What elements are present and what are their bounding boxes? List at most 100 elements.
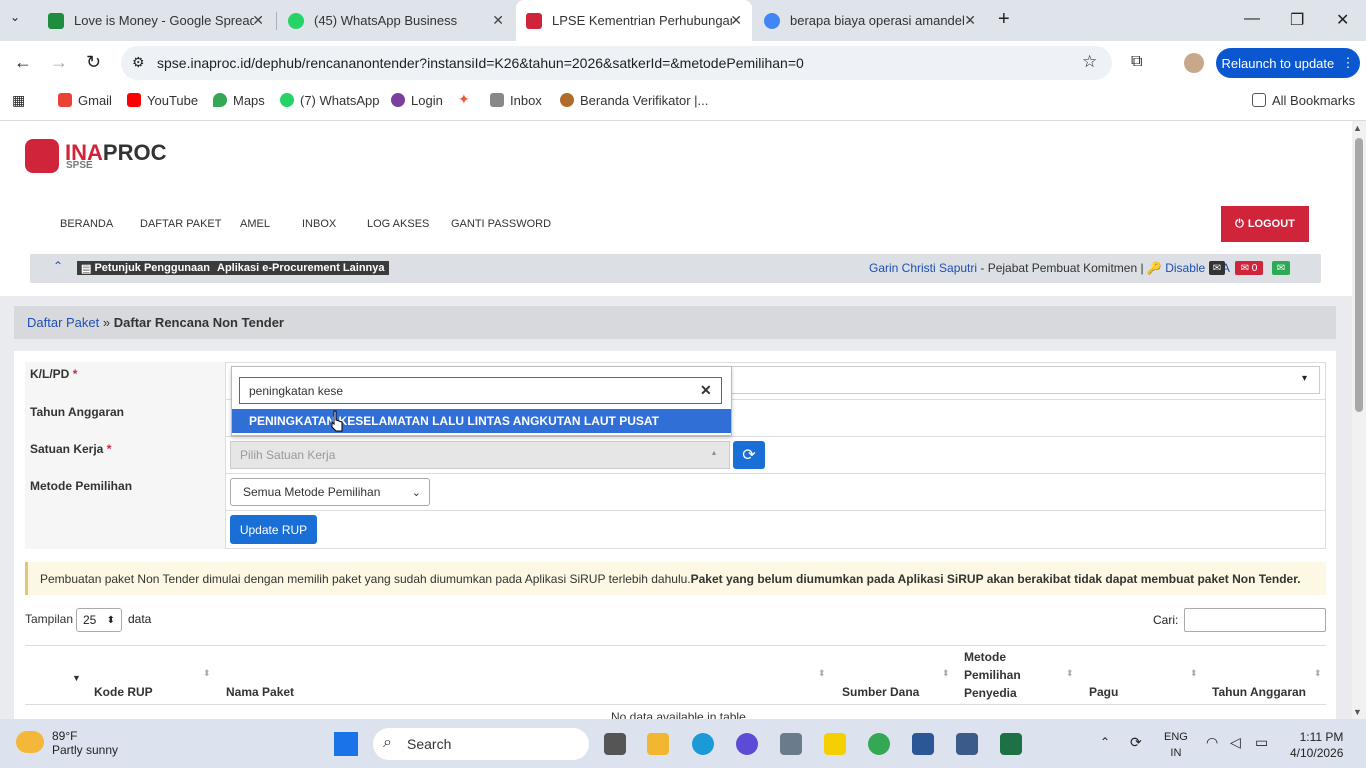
bookmark-inbox[interactable]: Inbox bbox=[490, 92, 542, 108]
close-icon[interactable]: ✕ bbox=[252, 12, 264, 29]
bookmark-login[interactable]: Login bbox=[391, 92, 443, 108]
tab-spreadsheet[interactable]: Love is Money - Google Spread ✕ bbox=[38, 0, 274, 41]
sticky-notes-icon[interactable] bbox=[824, 733, 846, 755]
klpd-option[interactable]: PENINGKATAN KESELAMATAN LALU LINTAS ANGK… bbox=[232, 409, 731, 433]
new-tab-icon[interactable]: + bbox=[998, 8, 1010, 31]
profile-avatar[interactable] bbox=[1184, 53, 1204, 73]
clear-icon[interactable]: ✕ bbox=[700, 382, 712, 399]
metode-select[interactable]: Semua Metode Pemilihan ⌄ bbox=[230, 478, 430, 506]
bookmark-gmail[interactable]: Gmail bbox=[58, 92, 112, 108]
close-icon[interactable]: ✕ bbox=[492, 12, 504, 29]
chrome-icon[interactable] bbox=[868, 733, 890, 755]
th-tahun[interactable]: Tahun Anggaran bbox=[1212, 683, 1306, 701]
th-nama-paket[interactable]: Nama Paket bbox=[226, 683, 294, 701]
weather-icon[interactable] bbox=[16, 731, 44, 753]
bookmark-verifikator[interactable]: Beranda Verifikator |... bbox=[560, 92, 708, 108]
word-icon[interactable] bbox=[912, 733, 934, 755]
petunjuk-link[interactable]: ▤ Petunjuk Penggunaan bbox=[77, 261, 214, 275]
login-icon bbox=[391, 93, 405, 107]
th-kode-rup[interactable]: Kode RUP bbox=[94, 683, 153, 701]
windows-start-icon[interactable] bbox=[334, 732, 358, 756]
file-explorer-icon[interactable] bbox=[647, 733, 669, 755]
mail-badge[interactable]: ✉ 0 bbox=[1235, 261, 1263, 275]
bookmark-whatsapp[interactable]: (7) WhatsApp bbox=[280, 92, 379, 108]
youtube-icon bbox=[127, 93, 141, 107]
tab-lpse[interactable]: LPSE Kementrian Perhubungan ✕ bbox=[516, 0, 752, 41]
scroll-up-icon[interactable]: ▲ bbox=[1353, 123, 1362, 133]
close-window-icon[interactable]: ✕ bbox=[1336, 10, 1349, 30]
collapse-up-icon[interactable]: ⌃ bbox=[53, 259, 63, 273]
minimize-icon[interactable]: — bbox=[1244, 10, 1260, 28]
sort-icon[interactable]: ⬍ bbox=[1314, 668, 1322, 679]
satker-select[interactable]: Pilih Satuan Kerja bbox=[230, 441, 730, 469]
message-icon[interactable]: ✉ bbox=[1209, 261, 1225, 275]
language-indicator[interactable]: ENG IN bbox=[1164, 729, 1188, 761]
refresh-button[interactable]: ⟳ bbox=[733, 441, 765, 469]
url-text[interactable]: spse.inaproc.id/dephub/rencananontender?… bbox=[157, 55, 804, 71]
update-rup-button[interactable]: Update RUP bbox=[230, 515, 317, 544]
close-icon[interactable]: ✕ bbox=[964, 12, 976, 29]
clock[interactable]: 1:11 PM 4/10/2026 bbox=[1290, 729, 1343, 761]
nav-amel[interactable]: AMEL bbox=[240, 218, 270, 230]
inbox-icon[interactable]: ✉ bbox=[1272, 261, 1290, 275]
scroll-down-icon[interactable]: ▼ bbox=[1353, 707, 1362, 717]
table-header bbox=[25, 645, 1326, 705]
logout-button[interactable]: ⏻ LOGOUT bbox=[1221, 206, 1309, 242]
page-length-select[interactable]: 25 ⬍ bbox=[76, 608, 122, 632]
apps-grid-icon[interactable]: ▦ bbox=[12, 92, 25, 109]
calculator-icon[interactable] bbox=[956, 733, 978, 755]
bookmark-youtube[interactable]: YouTube bbox=[127, 92, 198, 108]
whatsapp-icon bbox=[280, 93, 294, 107]
taskview-icon[interactable] bbox=[604, 733, 626, 755]
sort-icon[interactable]: ⬍ bbox=[1190, 668, 1198, 679]
camera-icon[interactable] bbox=[780, 733, 802, 755]
whatsapp-icon bbox=[288, 12, 304, 29]
back-icon[interactable]: ← bbox=[14, 52, 32, 73]
aplikasi-link[interactable]: Aplikasi e-Procurement Lainnya bbox=[213, 261, 389, 275]
th-metode[interactable]: Metode Pemilihan Penyedia bbox=[964, 648, 1054, 702]
sort-icon[interactable]: ⬍ bbox=[942, 668, 950, 679]
bookmark-maps[interactable]: Maps bbox=[213, 92, 265, 108]
pinwheel-icon[interactable]: ✦ bbox=[458, 91, 470, 108]
wifi-icon[interactable]: ◠ bbox=[1206, 734, 1218, 751]
extensions-icon[interactable]: ⧉ bbox=[1131, 53, 1142, 71]
sort-icon[interactable]: ⬍ bbox=[1066, 668, 1074, 679]
weather-widget[interactable]: 89°F Partly sunny bbox=[52, 729, 118, 757]
sync-icon[interactable]: ⟳ bbox=[1130, 734, 1142, 751]
chevron-down-icon: ⌄ bbox=[411, 486, 421, 499]
maximize-icon[interactable]: ❐ bbox=[1290, 10, 1304, 30]
excel-icon[interactable] bbox=[1000, 733, 1022, 755]
reload-icon[interactable]: ↻ bbox=[86, 52, 101, 73]
nav-daftar-paket[interactable]: DAFTAR PAKET bbox=[140, 218, 222, 230]
nav-inbox[interactable]: INBOX bbox=[302, 218, 336, 230]
battery-icon[interactable]: ▭ bbox=[1255, 734, 1268, 751]
th-sumber-dana[interactable]: Sumber Dana bbox=[842, 683, 919, 701]
taskbar-search[interactable]: ⌕ Search bbox=[373, 728, 589, 760]
sort-icon[interactable]: ▼ bbox=[72, 673, 81, 683]
tab-whatsapp[interactable]: (45) WhatsApp Business ✕ bbox=[278, 0, 514, 41]
edge-icon[interactable] bbox=[692, 733, 714, 755]
th-pagu[interactable]: Pagu bbox=[1089, 683, 1118, 701]
close-icon[interactable]: ✕ bbox=[730, 12, 742, 29]
nav-beranda[interactable]: BERANDA bbox=[60, 218, 113, 230]
scroll-thumb[interactable] bbox=[1355, 138, 1363, 412]
table-search-input[interactable] bbox=[1184, 608, 1326, 632]
forward-icon[interactable]: → bbox=[50, 52, 68, 73]
nav-log-akses[interactable]: LOG AKSES bbox=[367, 218, 429, 230]
breadcrumb-daftar-paket[interactable]: Daftar Paket bbox=[27, 315, 99, 330]
relaunch-button[interactable]: Relaunch to update ⋮ bbox=[1216, 48, 1360, 78]
bookmark-star-icon[interactable]: ☆ bbox=[1082, 52, 1097, 72]
tab-google[interactable]: berapa biaya operasi amandel - ✕ bbox=[754, 0, 986, 41]
updown-icon: ⬍ bbox=[106, 614, 115, 626]
sort-icon[interactable]: ⬍ bbox=[818, 668, 826, 679]
all-bookmarks[interactable]: All Bookmarks bbox=[1252, 92, 1355, 108]
tab-search-icon[interactable]: ⌄ bbox=[10, 10, 20, 24]
sort-icon[interactable]: ⬍ bbox=[203, 668, 211, 679]
volume-icon[interactable]: ◁ bbox=[1230, 734, 1241, 751]
book-icon: ▤ bbox=[81, 262, 95, 275]
label-tahun: Tahun Anggaran bbox=[30, 405, 124, 419]
nav-ganti-password[interactable]: GANTI PASSWORD bbox=[451, 218, 551, 230]
site-info-icon[interactable]: ⚙ bbox=[132, 54, 145, 71]
app-icon[interactable] bbox=[736, 733, 758, 755]
tray-up-icon[interactable]: ⌃ bbox=[1100, 735, 1110, 749]
